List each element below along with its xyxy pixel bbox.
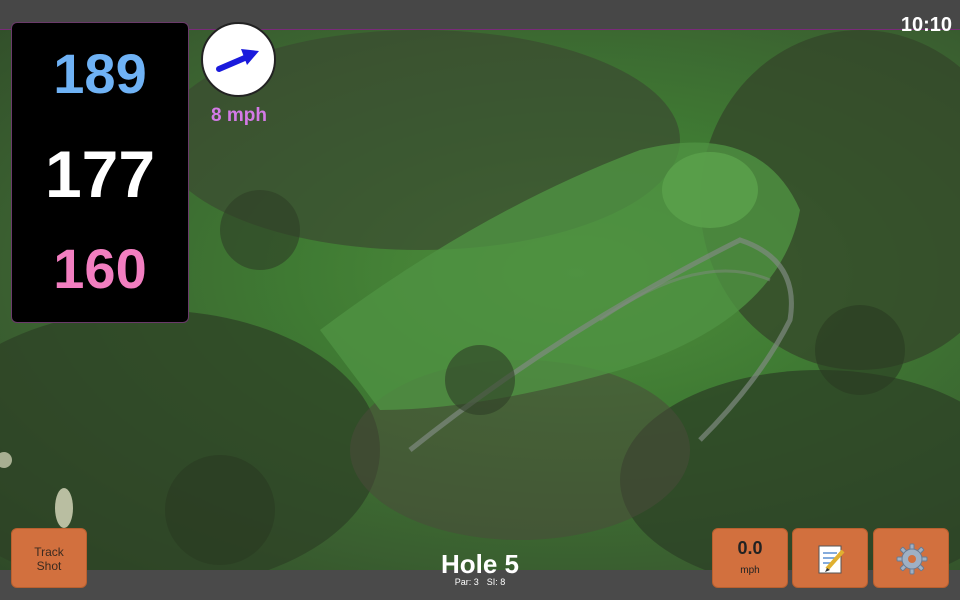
wind-indicator bbox=[201, 22, 276, 97]
track-shot-button[interactable]: Track Shot bbox=[11, 528, 87, 588]
distance-front: 160 bbox=[53, 237, 147, 300]
hole-si: SI: 8 bbox=[486, 577, 506, 587]
speed-value: 0.0 bbox=[737, 538, 763, 558]
settings-button[interactable] bbox=[873, 528, 949, 588]
hole-par: Par: 3 bbox=[454, 577, 479, 587]
hole-info: Par: 3 SI: 8 bbox=[380, 577, 580, 587]
wind-direction-arrow-icon bbox=[216, 49, 259, 72]
clock: 10:10 bbox=[900, 14, 952, 36]
notepad-icon bbox=[818, 545, 845, 574]
distance-panel: 189 177 160 bbox=[11, 22, 189, 323]
track-shot-label-line2: Shot bbox=[36, 559, 62, 573]
notes-button[interactable] bbox=[792, 528, 868, 588]
hole-title: Hole 5 bbox=[440, 549, 520, 579]
wind-speed: 8 mph bbox=[211, 105, 267, 126]
gear-icon bbox=[896, 543, 928, 575]
distance-back: 189 bbox=[53, 42, 147, 105]
distance-center: 177 bbox=[44, 137, 156, 211]
speed-button[interactable]: 0.0 mph bbox=[712, 528, 788, 588]
speed-unit: mph bbox=[740, 565, 760, 576]
track-shot-label-line1: Track bbox=[34, 545, 64, 559]
